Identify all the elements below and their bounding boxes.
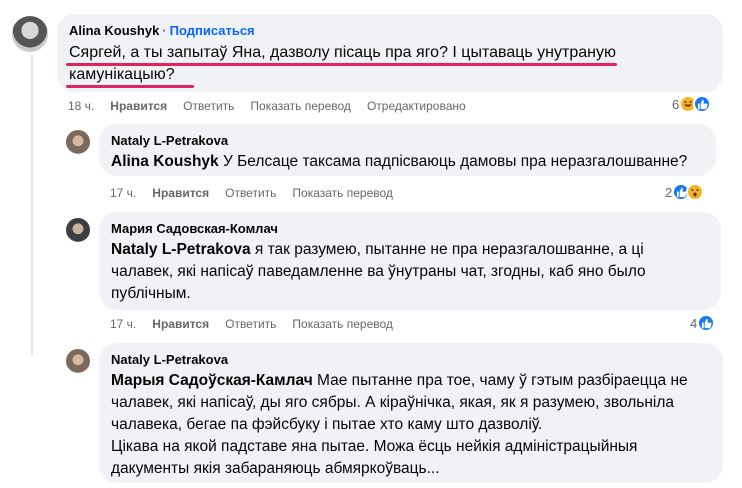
like-icon	[697, 314, 716, 332]
like-button[interactable]: Нравится	[110, 99, 167, 113]
avatar[interactable]	[66, 130, 90, 154]
reaction-count: 4	[690, 315, 698, 331]
like-button[interactable]: Нравится	[152, 186, 209, 200]
comment-bubble: Nataly L-Petrakova Марыя Садоўская-Камла…	[99, 343, 723, 483]
comment-text: Alina Koushyk У Белсаце таксама падпісва…	[111, 153, 688, 170]
edited-label: Отредактировано	[366, 99, 466, 113]
comment-bubble: Alina Koushyk · Подписаться Сяргей, а ты з…	[57, 14, 723, 92]
comment-author-line: Alina Koushyk · Подписаться	[69, 23, 255, 38]
avatar[interactable]	[12, 16, 48, 52]
timestamp[interactable]: 18 ч.	[68, 99, 94, 113]
comment-bubble: Мария Садовская-Комлач Nataly L-Petrakov…	[99, 212, 721, 310]
mention-link[interactable]: Alina Koushyk	[111, 153, 219, 170]
highlight-underline	[66, 85, 194, 88]
comment-actions: 17 ч. Нравится Ответить Показать перевод	[110, 317, 393, 331]
like-button[interactable]: Нравится	[152, 317, 209, 331]
timestamp[interactable]: 17 ч.	[110, 317, 136, 331]
reaction-count: 2	[665, 184, 673, 200]
reaction-count: 6	[672, 96, 680, 112]
wow-icon	[686, 183, 705, 201]
follow-button[interactable]: Подписаться	[170, 23, 255, 38]
mention-link[interactable]: Марыя Садоўская-Камлач	[111, 372, 313, 389]
translate-button[interactable]: Показать перевод	[250, 99, 351, 113]
author-name[interactable]: Nataly L-Petrakova	[111, 132, 704, 149]
translate-button[interactable]: Показать перевод	[292, 186, 393, 200]
comment-actions: 18 ч. Нравится Ответить Показать перевод…	[68, 99, 466, 113]
author-name[interactable]: Alina Koushyk	[69, 23, 159, 38]
comment-text-paragraph: Цікава на якой падставе яна пытае. Можа …	[111, 438, 638, 477]
comment-bubble: Nataly L-Petrakova Alina Koushyk У Белса…	[99, 124, 716, 176]
timestamp[interactable]: 17 ч.	[110, 186, 136, 200]
mention-link[interactable]: Nataly L-Petrakova	[111, 241, 251, 258]
author-name[interactable]: Мария Садовская-Комлач	[111, 220, 709, 237]
reply-button[interactable]: Ответить	[183, 99, 234, 113]
like-icon	[693, 95, 712, 113]
translate-button[interactable]: Показать перевод	[292, 317, 393, 331]
avatar[interactable]	[66, 218, 90, 242]
reaction-summary[interactable]: 2	[665, 183, 705, 201]
reply-button[interactable]: Ответить	[225, 186, 276, 200]
avatar[interactable]	[66, 349, 90, 373]
comment-actions: 17 ч. Нравится Ответить Показать перевод	[110, 186, 393, 200]
comment-text: Nataly L-Petrakova я так разумею, пытанн…	[111, 241, 646, 302]
reply-button[interactable]: Ответить	[225, 317, 276, 331]
highlight-underline	[66, 63, 617, 66]
author-name[interactable]: Nataly L-Petrakova	[111, 351, 711, 368]
thread-line	[31, 55, 33, 355]
reaction-summary[interactable]: 6	[672, 95, 712, 113]
reaction-summary[interactable]: 4	[690, 314, 716, 332]
comment-text: Марыя Садоўская-Камлач Мае пытанне пра т…	[111, 372, 688, 433]
